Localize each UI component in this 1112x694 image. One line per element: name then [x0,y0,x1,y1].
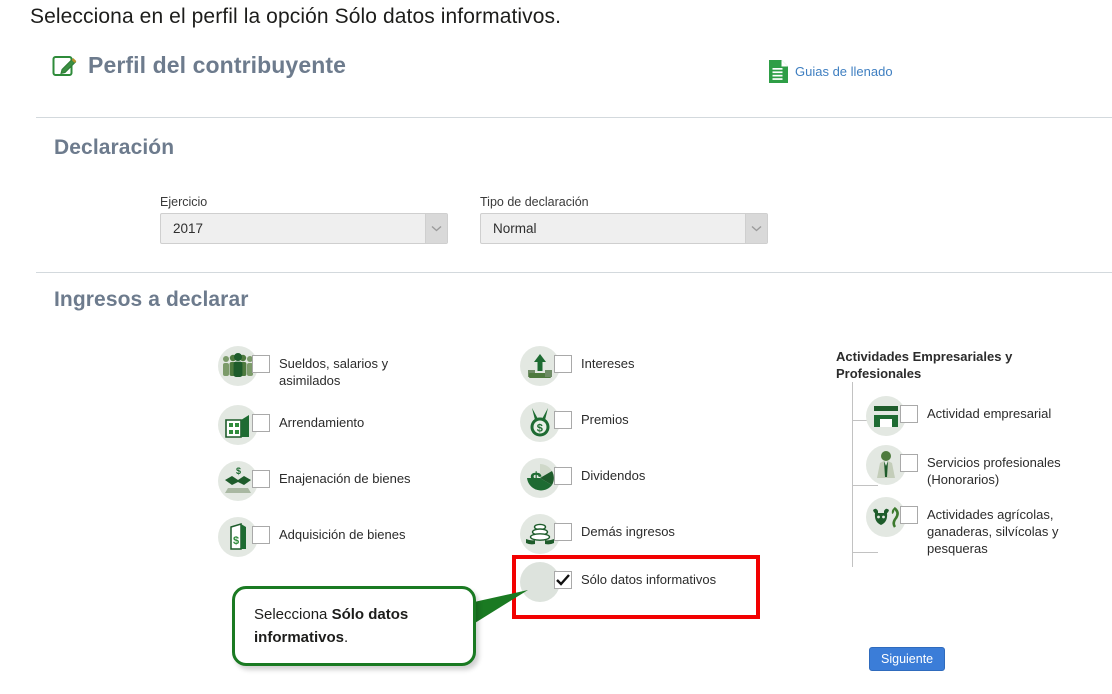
income-option-sueldos[interactable]: Sueldos, salarios y asimilados [218,346,419,389]
svg-text:$: $ [236,466,241,476]
checkbox-demas-ingresos[interactable] [554,523,572,541]
checkbox-actividad-empresarial[interactable] [900,405,918,423]
profile-header: Perfil del contribuyente [52,52,346,79]
callout-text-prefix: Selecciona [254,606,332,623]
chevron-down-icon[interactable] [745,214,767,243]
income-label: Actividad empresarial [927,406,1052,421]
field-tipo-declaracion: Tipo de declaración Normal [480,195,768,244]
ejercicio-select[interactable]: 2017 [160,213,448,244]
income-label: Enajenación de bienes [279,471,411,486]
svg-text:$: $ [537,423,543,435]
checkbox-dividendos[interactable] [554,467,572,485]
income-option-premios[interactable]: $ Premios [520,402,675,442]
income-label: Intereses [581,356,635,371]
checkbox-arrendamiento[interactable] [252,414,270,432]
income-option-enajenacion[interactable]: $ Enajenación de bienes [218,461,419,501]
divider-middle [36,272,1112,273]
tree-vertical-line [852,382,853,567]
checkbox-intereses[interactable] [554,355,572,373]
svg-text:$: $ [233,535,239,547]
svg-text:$: $ [530,468,542,493]
income-option-actividades-agricolas[interactable]: Actividades agrícolas, ganaderas, silvíc… [866,497,1077,557]
section-title-declaracion: Declaración [54,136,175,159]
income-label: Arrendamiento [279,415,365,430]
guias-de-llenado-label: Guias de llenado [795,64,893,79]
ingresos-column-2: Intereses $ Premios $ Dividendos Demás i… [520,346,675,570]
tipo-declaracion-label: Tipo de declaración [480,195,589,209]
checkbox-servicios-profesionales[interactable] [900,454,918,472]
ingresos-column-1: Sueldos, salarios y asimilados Arrendami… [218,346,419,573]
income-option-solo-datos-informativos[interactable]: Sólo datos informativos [520,562,716,602]
checkbox-sueldos[interactable] [252,355,270,373]
income-option-actividad-empresarial[interactable]: Actividad empresarial [866,396,1077,436]
ejercicio-value: 2017 [173,221,204,236]
callout-text-suffix: . [344,629,349,646]
edit-pencil-icon [52,53,78,79]
instruction-text: Selecciona en el perfil la opción Sólo d… [30,5,562,28]
callout-tooltip: Selecciona Sólo datos informativos. [232,578,542,686]
income-option-arrendamiento[interactable]: Arrendamiento [218,405,419,445]
guias-de-llenado-link[interactable]: Guias de llenado [768,59,893,84]
checkbox-solo-datos-informativos[interactable] [554,571,572,589]
checkbox-adquisicion[interactable] [252,526,270,544]
tipo-declaracion-value: Normal [493,221,537,236]
siguiente-button[interactable]: Siguiente [869,647,946,671]
income-label: Actividades agrícolas, ganaderas, silvíc… [927,507,1059,556]
tipo-declaracion-select[interactable]: Normal [480,213,768,244]
column3-title: Actividades Empresariales y Profesionale… [836,349,1013,381]
income-label: Dividendos [581,468,646,483]
income-option-intereses[interactable]: Intereses [520,346,675,386]
income-label: Servicios profesionales (Honorarios) [927,455,1061,487]
document-icon [768,59,789,84]
income-option-demas-ingresos[interactable]: Demás ingresos [520,514,675,554]
callout-text: Selecciona Sólo datos informativos. [254,603,459,649]
page-title: Perfil del contribuyente [88,52,347,78]
income-option-servicios-profesionales[interactable]: Servicios profesionales (Honorarios) [866,445,1077,488]
income-option-adquisicion[interactable]: $ Adquisición de bienes [218,517,419,557]
income-label: Premios [581,412,629,427]
income-label: Demás ingresos [581,524,675,539]
income-option-dividendos[interactable]: $ Dividendos [520,458,675,498]
income-label: Adquisición de bienes [279,527,406,542]
field-ejercicio: Ejercicio 2017 [160,195,448,244]
ingresos-column-3: Actividad empresarial Servicios profesio… [866,396,1077,566]
checkbox-enajenacion[interactable] [252,470,270,488]
income-label: Sólo datos informativos [581,572,717,587]
checkbox-premios[interactable] [554,411,572,429]
checkbox-actividades-agricolas[interactable] [900,506,918,524]
divider-top [36,117,1112,118]
page-root: Selecciona en el perfil la opción Sólo d… [0,0,1112,694]
chevron-down-icon[interactable] [425,214,447,243]
section-title-ingresos: Ingresos a declarar [54,288,249,311]
income-label: Sueldos, salarios y asimilados [279,356,389,388]
ejercicio-label: Ejercicio [160,195,208,209]
